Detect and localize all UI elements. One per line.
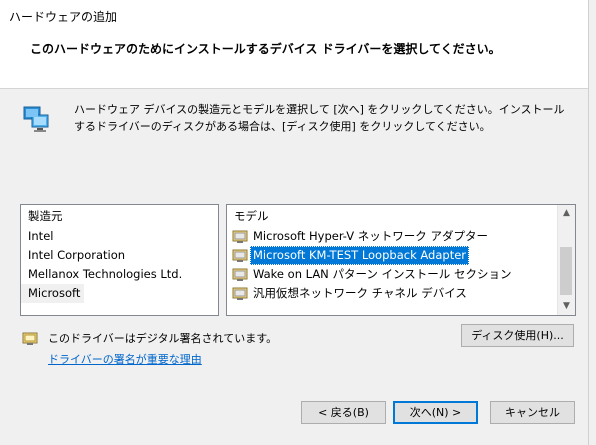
model-item-generic-virtual-channel[interactable]: 汎用仮想ネットワーク チャネル デバイス (227, 284, 575, 303)
model-item-label: Wake on LAN パターン インストール セクション (253, 267, 512, 281)
model-list-scrollbar[interactable]: ▲ ▼ (557, 205, 575, 315)
cancel-button[interactable]: キャンセル (490, 401, 575, 424)
next-button[interactable]: 次へ(N) > (393, 401, 478, 424)
model-item-km-test-loopback[interactable]: Microsoft KM-TEST Loopback Adapter (227, 246, 575, 265)
signature-status-text: このドライバーはデジタル署名されています。 (48, 332, 278, 345)
driver-icon (232, 230, 248, 243)
driver-icon (232, 287, 248, 300)
driver-icon (232, 249, 248, 262)
have-disk-button[interactable]: ディスク使用(H)... (461, 324, 574, 347)
manufacturer-item-intel-corporation[interactable]: Intel Corporation (21, 246, 218, 265)
model-list[interactable]: モデル Microsoft Hyper-V ネットワーク アダプター Micro… (226, 204, 576, 316)
scroll-up-icon[interactable]: ▲ (558, 205, 575, 222)
model-item-wake-on-lan[interactable]: Wake on LAN パターン インストール セクション (227, 265, 575, 284)
dialog-window: ハードウェアの追加 このハードウェアのためにインストールするデバイス ドライバー… (0, 0, 589, 445)
manufacturer-item-microsoft[interactable]: Microsoft (21, 284, 85, 303)
instruction-text: ハードウェア デバイスの製造元とモデルを選択して [次へ] をクリックしてくださ… (74, 103, 565, 133)
manufacturer-item-intel[interactable]: Intel (21, 227, 218, 246)
scroll-down-icon[interactable]: ▼ (558, 298, 575, 315)
manufacturer-list[interactable]: 製造元 Intel Intel Corporation Mellanox Tec… (20, 204, 219, 316)
model-item-label: Microsoft Hyper-V ネットワーク アダプター (253, 229, 488, 243)
scroll-thumb[interactable] (560, 247, 572, 295)
model-item-label: Microsoft KM-TEST Loopback Adapter (250, 246, 470, 265)
wizard-header: ハードウェアの追加 このハードウェアのためにインストールするデバイス ドライバー… (0, 0, 588, 89)
manufacturer-list-header: 製造元 (28, 209, 63, 223)
signed-driver-icon (22, 332, 38, 345)
model-item-label: 汎用仮想ネットワーク チャネル デバイス (253, 286, 467, 300)
manufacturer-item-mellanox[interactable]: Mellanox Technologies Ltd. (21, 265, 218, 284)
page-heading: このハードウェアのためにインストールするデバイス ドライバーを選択してください。 (30, 42, 501, 56)
driver-icon (232, 268, 248, 281)
back-button[interactable]: < 戻る(B) (301, 401, 386, 424)
signature-info-link[interactable]: ドライバーの署名が重要な理由 (48, 351, 202, 367)
window-title: ハードウェアの追加 (9, 10, 118, 24)
model-list-header: モデル (234, 209, 269, 223)
network-adapter-icon (23, 106, 49, 132)
model-item-hyperv[interactable]: Microsoft Hyper-V ネットワーク アダプター (227, 227, 575, 246)
